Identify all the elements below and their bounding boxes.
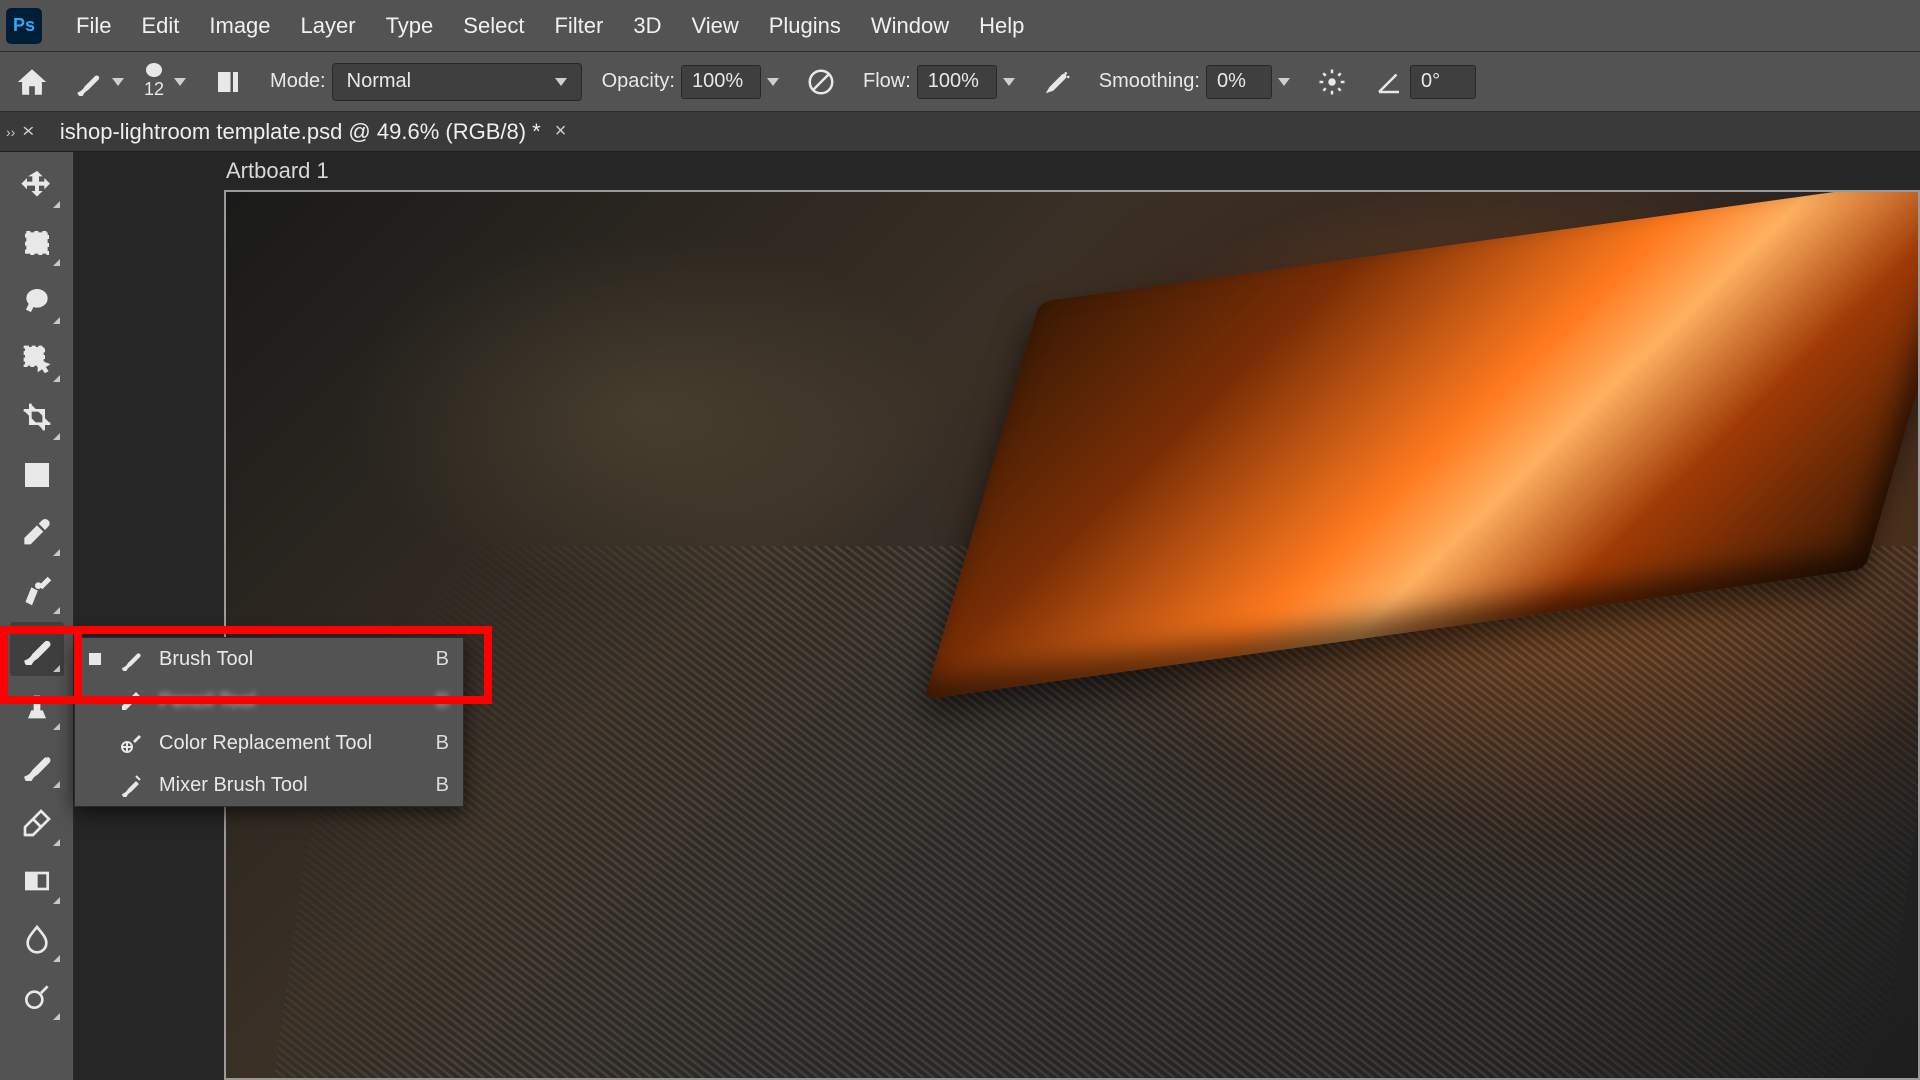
smoothing-options-button[interactable] [1310, 60, 1354, 104]
flyout-shortcut: B [436, 774, 449, 797]
gradient-tool[interactable] [10, 854, 64, 908]
pencil-icon [119, 689, 143, 713]
tool-preset-picker[interactable] [74, 68, 124, 96]
tools-panel [0, 152, 74, 1080]
menu-3d[interactable]: 3D [619, 7, 675, 45]
brush-icon [119, 647, 143, 671]
menu-type[interactable]: Type [372, 7, 448, 45]
artboard[interactable] [224, 190, 1920, 1080]
chevron-down-icon [174, 78, 186, 86]
chevron-down-icon[interactable] [767, 78, 779, 86]
smoothing-input[interactable]: 0% [1206, 65, 1272, 99]
chevron-down-icon [555, 78, 567, 86]
flyout-label: Color Replacement Tool [159, 732, 420, 755]
brush-tool[interactable] [10, 622, 64, 676]
menu-help[interactable]: Help [965, 7, 1038, 45]
menu-plugins[interactable]: Plugins [755, 7, 855, 45]
chevron-down-icon[interactable] [1278, 78, 1290, 86]
flyout-shortcut: B [436, 732, 449, 755]
chevron-down-icon[interactable] [1003, 78, 1015, 86]
menu-view[interactable]: View [677, 7, 752, 45]
clone-stamp-tool[interactable] [10, 680, 64, 734]
canvas-image [226, 192, 1918, 1078]
menu-window[interactable]: Window [857, 7, 963, 45]
menu-layer[interactable]: Layer [287, 7, 370, 45]
opacity-label: Opacity: [602, 70, 675, 93]
mixer-brush-icon [119, 773, 143, 797]
move-tool[interactable] [10, 158, 64, 212]
blur-tool[interactable] [10, 912, 64, 966]
document-tab-strip: ›› × ishop-lightroom template.psd @ 49.6… [0, 112, 1920, 152]
flyout-shortcut: B [436, 690, 449, 713]
menu-file[interactable]: File [62, 7, 125, 45]
menu-image[interactable]: Image [195, 7, 284, 45]
ps-logo-icon: Ps [6, 8, 42, 44]
artboard-label[interactable]: Artboard 1 [226, 158, 329, 184]
dodge-tool[interactable] [10, 970, 64, 1024]
document-tab[interactable]: ishop-lightroom template.psd @ 49.6% (RG… [46, 112, 581, 151]
frame-tool[interactable] [10, 448, 64, 502]
canvas-area[interactable]: Artboard 1 [74, 152, 1920, 1080]
object-select-tool[interactable] [10, 332, 64, 386]
rect-marquee-tool[interactable] [10, 216, 64, 270]
flyout-item-pencil[interactable]: Pencil Tool B [75, 680, 463, 722]
flyout-label: Brush Tool [159, 648, 420, 671]
chevron-down-icon [112, 78, 124, 86]
brush-settings-button[interactable] [206, 60, 250, 104]
crop-tool[interactable] [10, 390, 64, 444]
flyout-item-color-replacement[interactable]: Color Replacement Tool B [75, 722, 463, 764]
blend-mode-select[interactable]: Normal [332, 63, 582, 101]
pressure-opacity-button[interactable] [799, 60, 843, 104]
brush-tip-icon [146, 63, 162, 77]
brush-preset-picker[interactable]: 12 [144, 63, 186, 100]
smoothing-label: Smoothing: [1099, 70, 1200, 93]
options-bar: 12 Mode: Normal Opacity: 100% Flow: 100%… [0, 52, 1920, 112]
flow-label: Flow: [863, 70, 911, 93]
brush-tool-flyout: Brush Tool B Pencil Tool B Color Replace… [74, 637, 464, 807]
workspace: Artboard 1 Brush Tool B Pencil Tool B Co… [0, 152, 1920, 1080]
menu-edit[interactable]: Edit [127, 7, 193, 45]
flyout-item-brush[interactable]: Brush Tool B [75, 638, 463, 680]
angle-icon [1374, 67, 1404, 97]
healing-brush-tool[interactable] [10, 564, 64, 618]
flow-input[interactable]: 100% [917, 65, 997, 99]
eyedropper-tool[interactable] [10, 506, 64, 560]
active-indicator-icon [89, 653, 101, 665]
close-tab-group-icon[interactable]: × [22, 121, 35, 142]
menu-select[interactable]: Select [449, 7, 538, 45]
home-button[interactable] [10, 60, 54, 104]
document-tab-title: ishop-lightroom template.psd @ 49.6% (RG… [60, 119, 541, 145]
opacity-input[interactable]: 100% [681, 65, 761, 99]
mode-label: Mode: [270, 70, 326, 93]
color-replace-icon [119, 731, 143, 755]
close-icon[interactable]: × [555, 120, 567, 143]
airbrush-button[interactable] [1035, 60, 1079, 104]
menu-filter[interactable]: Filter [540, 7, 617, 45]
brush-size-value: 12 [144, 79, 164, 100]
lasso-tool[interactable] [10, 274, 64, 328]
history-brush-tool[interactable] [10, 738, 64, 792]
flyout-label: Mixer Brush Tool [159, 774, 420, 797]
angle-input[interactable]: 0° [1410, 65, 1476, 99]
blend-mode-value: Normal [347, 70, 411, 93]
flyout-label: Pencil Tool [159, 690, 420, 713]
eraser-tool[interactable] [10, 796, 64, 850]
flyout-item-mixer-brush[interactable]: Mixer Brush Tool B [75, 764, 463, 806]
menu-bar: Ps File Edit Image Layer Type Select Fil… [0, 0, 1920, 52]
flyout-shortcut: B [436, 648, 449, 671]
expand-panels-icon[interactable]: ›› [6, 124, 15, 140]
